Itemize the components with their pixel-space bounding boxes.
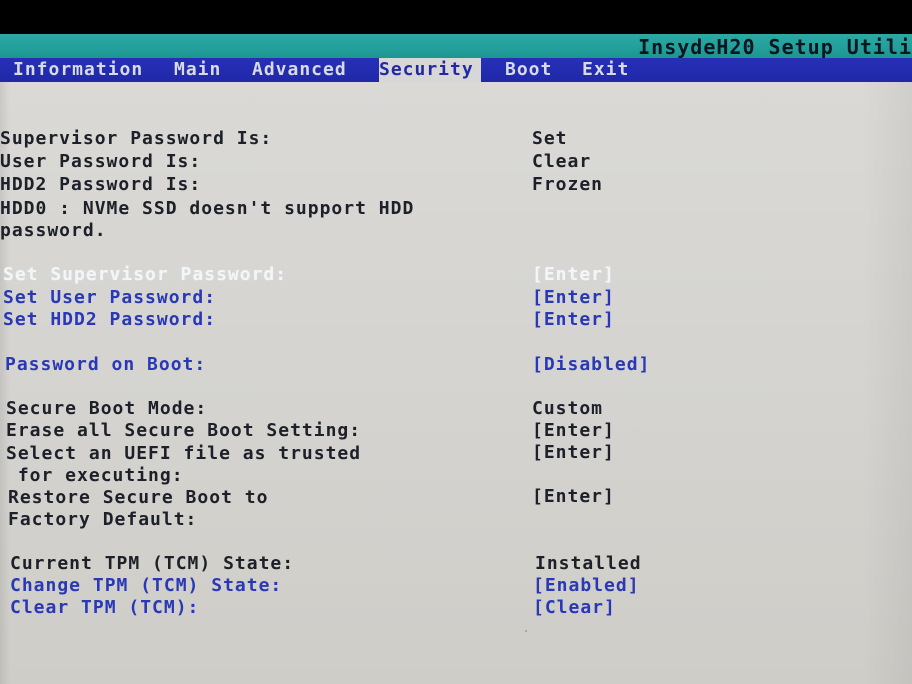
clear-tpm-value[interactable]: [Clear] bbox=[533, 598, 616, 618]
restore-secure-boot-value[interactable]: [Enter] bbox=[532, 487, 615, 507]
tab-exit[interactable]: Exit bbox=[582, 59, 629, 80]
bios-screen: InsydeH20 Setup Utili Information Main A… bbox=[0, 0, 912, 684]
secure-boot-mode-label: Secure Boot Mode: bbox=[6, 398, 208, 419]
panel-left-shade bbox=[0, 82, 10, 684]
erase-secure-boot-value[interactable]: [Enter] bbox=[532, 421, 615, 441]
tab-security[interactable]: Security bbox=[379, 58, 481, 82]
set-supervisor-password-value[interactable]: [Enter] bbox=[532, 265, 615, 285]
set-user-password-label[interactable]: Set User Password: bbox=[3, 288, 216, 308]
user-password-status-value: Clear bbox=[532, 151, 592, 172]
select-uefi-trusted-value[interactable]: [Enter] bbox=[532, 443, 615, 463]
set-hdd2-password-value[interactable]: [Enter] bbox=[532, 310, 615, 330]
change-tpm-state-value[interactable]: [Enabled] bbox=[533, 576, 640, 596]
supervisor-password-status-label: Supervisor Password Is: bbox=[0, 128, 273, 149]
tab-boot[interactable]: Boot bbox=[505, 59, 552, 80]
tab-information[interactable]: Information bbox=[13, 59, 143, 80]
tab-advanced[interactable]: Advanced bbox=[252, 59, 347, 80]
panel-right-shade bbox=[862, 82, 912, 684]
title-bar: InsydeH20 Setup Utili bbox=[0, 34, 912, 59]
user-password-status-label: User Password Is: bbox=[0, 151, 202, 172]
set-supervisor-password-label[interactable]: Set Supervisor Password: bbox=[3, 265, 287, 285]
set-user-password-value[interactable]: [Enter] bbox=[532, 288, 615, 308]
clear-tpm-label[interactable]: Clear TPM (TCM): bbox=[10, 598, 199, 618]
secure-boot-mode-value: Custom bbox=[532, 398, 604, 419]
password-on-boot-label[interactable]: Password on Boot: bbox=[5, 355, 206, 375]
hdd0-support-note: HDD0 : NVMe SSD doesn't support HDD pass… bbox=[0, 198, 415, 241]
erase-secure-boot-label[interactable]: Erase all Secure Boot Setting: bbox=[6, 421, 361, 441]
restore-secure-boot-label[interactable]: Restore Secure Boot to Factory Default: bbox=[8, 487, 268, 531]
menu-bar: Information Main Advanced Security Boot … bbox=[0, 58, 912, 82]
supervisor-password-status-value: Set bbox=[532, 128, 568, 149]
utility-title: InsydeH20 Setup Utili bbox=[638, 35, 912, 59]
security-settings-panel: Supervisor Password Is: Set User Passwor… bbox=[0, 82, 912, 684]
hdd2-password-status-label: HDD2 Password Is: bbox=[0, 174, 202, 195]
screen-dust-dot bbox=[525, 630, 527, 632]
password-on-boot-value[interactable]: [Disabled] bbox=[532, 355, 650, 375]
tab-main[interactable]: Main bbox=[174, 59, 221, 80]
select-uefi-trusted-label[interactable]: Select an UEFI file as trusted for execu… bbox=[6, 443, 361, 487]
hdd2-password-status-value: Frozen bbox=[532, 174, 604, 195]
change-tpm-state-label[interactable]: Change TPM (TCM) State: bbox=[10, 576, 282, 596]
set-hdd2-password-label[interactable]: Set HDD2 Password: bbox=[3, 310, 216, 330]
current-tpm-state-value: Installed bbox=[535, 553, 642, 574]
current-tpm-state-label: Current TPM (TCM) State: bbox=[10, 553, 295, 574]
